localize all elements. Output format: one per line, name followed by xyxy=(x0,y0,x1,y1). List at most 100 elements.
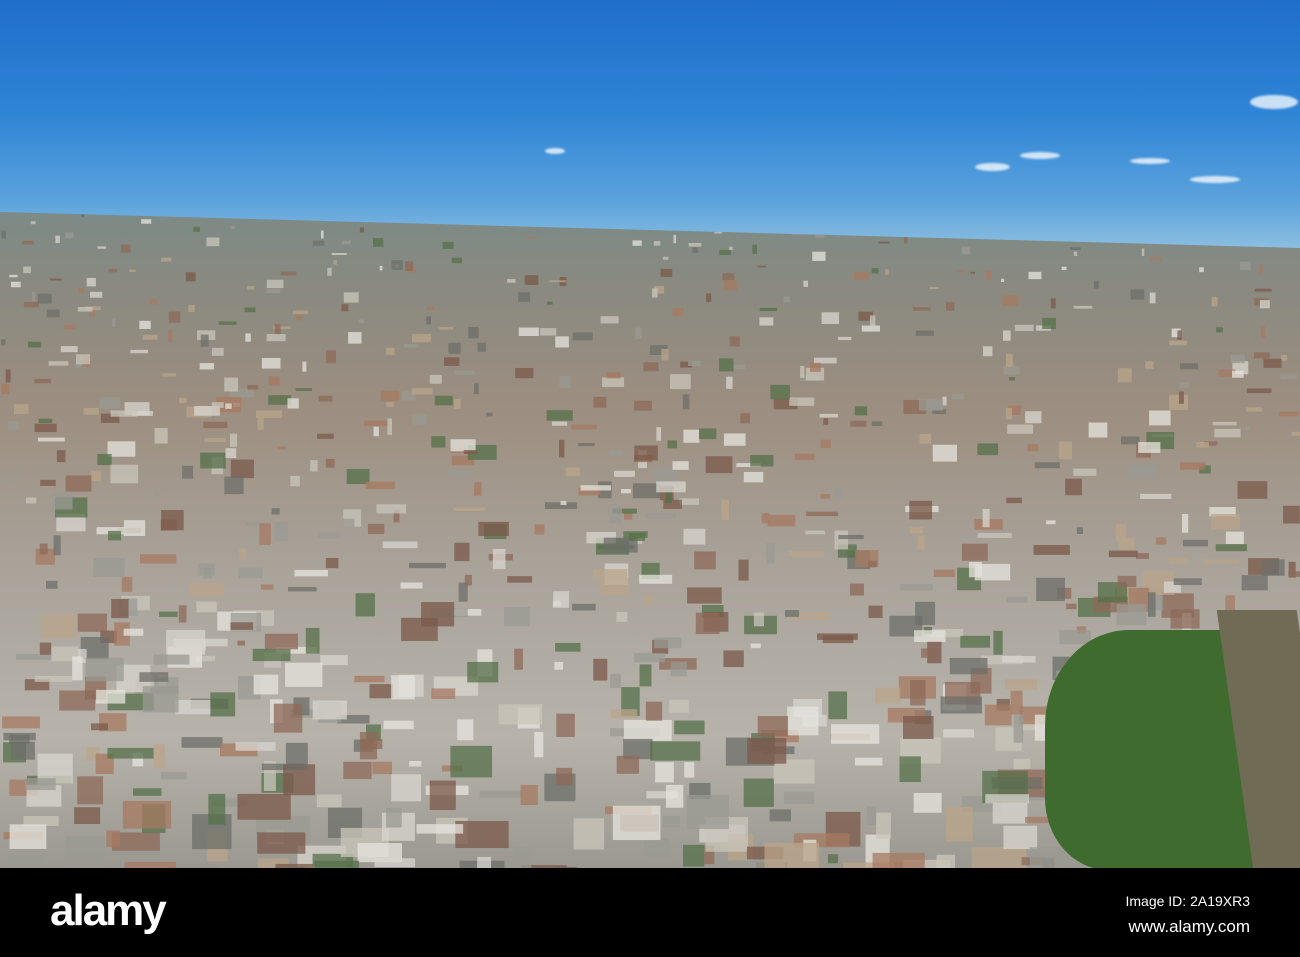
building xyxy=(1005,408,1013,420)
building xyxy=(1006,596,1028,603)
building xyxy=(90,723,108,731)
building xyxy=(167,330,173,342)
building xyxy=(391,774,422,802)
building xyxy=(789,550,824,557)
building xyxy=(909,500,933,520)
building xyxy=(197,563,215,576)
building xyxy=(869,315,876,326)
building xyxy=(672,307,684,317)
building xyxy=(85,657,124,682)
building xyxy=(305,627,320,654)
building xyxy=(153,654,190,665)
building xyxy=(411,333,431,343)
building xyxy=(757,716,789,737)
building xyxy=(514,846,532,868)
building xyxy=(546,410,573,421)
building xyxy=(903,715,934,740)
building xyxy=(99,397,121,409)
building xyxy=(616,755,640,774)
alamy-logo: alamy xyxy=(50,886,167,935)
building xyxy=(341,240,352,245)
building xyxy=(111,599,129,619)
building xyxy=(23,301,39,308)
building xyxy=(139,672,169,682)
building xyxy=(614,470,635,477)
building xyxy=(247,385,259,390)
building xyxy=(1288,571,1300,577)
building xyxy=(629,533,646,541)
building xyxy=(1240,261,1251,271)
building xyxy=(518,327,539,336)
building xyxy=(133,788,162,796)
building xyxy=(913,792,942,813)
building xyxy=(1241,575,1268,591)
building xyxy=(1278,411,1300,417)
building xyxy=(343,292,359,303)
building xyxy=(639,664,652,687)
building xyxy=(1280,373,1298,380)
building xyxy=(326,350,336,364)
building xyxy=(181,737,223,748)
building xyxy=(719,358,734,372)
building xyxy=(1169,340,1187,346)
building xyxy=(1003,365,1020,375)
building xyxy=(524,275,539,286)
building xyxy=(37,293,52,304)
building xyxy=(391,260,403,270)
building xyxy=(580,485,611,491)
building xyxy=(259,523,271,545)
building xyxy=(7,421,19,431)
building xyxy=(722,273,735,281)
building xyxy=(1141,248,1145,256)
building xyxy=(121,576,133,592)
building xyxy=(49,278,62,281)
building xyxy=(325,458,335,468)
building xyxy=(1182,539,1208,547)
building xyxy=(645,701,663,721)
building xyxy=(46,580,58,589)
building xyxy=(225,403,232,409)
building xyxy=(161,257,172,262)
building xyxy=(455,370,475,375)
building xyxy=(39,543,48,555)
building xyxy=(1138,442,1161,453)
building xyxy=(53,535,61,556)
building xyxy=(961,543,988,561)
building xyxy=(188,305,195,312)
building xyxy=(2,716,40,729)
building xyxy=(820,493,830,499)
building xyxy=(1263,358,1282,368)
building xyxy=(211,402,224,408)
building xyxy=(809,362,821,372)
building xyxy=(876,812,891,840)
building xyxy=(359,732,378,760)
building xyxy=(77,613,108,632)
building xyxy=(416,824,464,834)
building xyxy=(861,325,880,332)
building xyxy=(616,612,628,622)
building xyxy=(211,347,224,356)
building xyxy=(971,847,1027,868)
building xyxy=(386,402,394,407)
building xyxy=(359,227,365,233)
building xyxy=(22,240,34,245)
building xyxy=(1261,559,1285,576)
building xyxy=(160,771,187,780)
building xyxy=(1179,363,1199,370)
building xyxy=(1281,354,1288,361)
building xyxy=(129,269,136,273)
building xyxy=(682,394,690,410)
building xyxy=(549,280,567,283)
building xyxy=(74,807,101,825)
building xyxy=(316,794,342,808)
building xyxy=(380,390,400,402)
building xyxy=(426,306,435,310)
building xyxy=(750,454,774,467)
building xyxy=(555,642,581,652)
building xyxy=(822,635,854,644)
building xyxy=(1005,679,1038,690)
building xyxy=(878,241,890,244)
building xyxy=(1216,327,1223,333)
building xyxy=(743,471,764,483)
building xyxy=(178,397,187,404)
